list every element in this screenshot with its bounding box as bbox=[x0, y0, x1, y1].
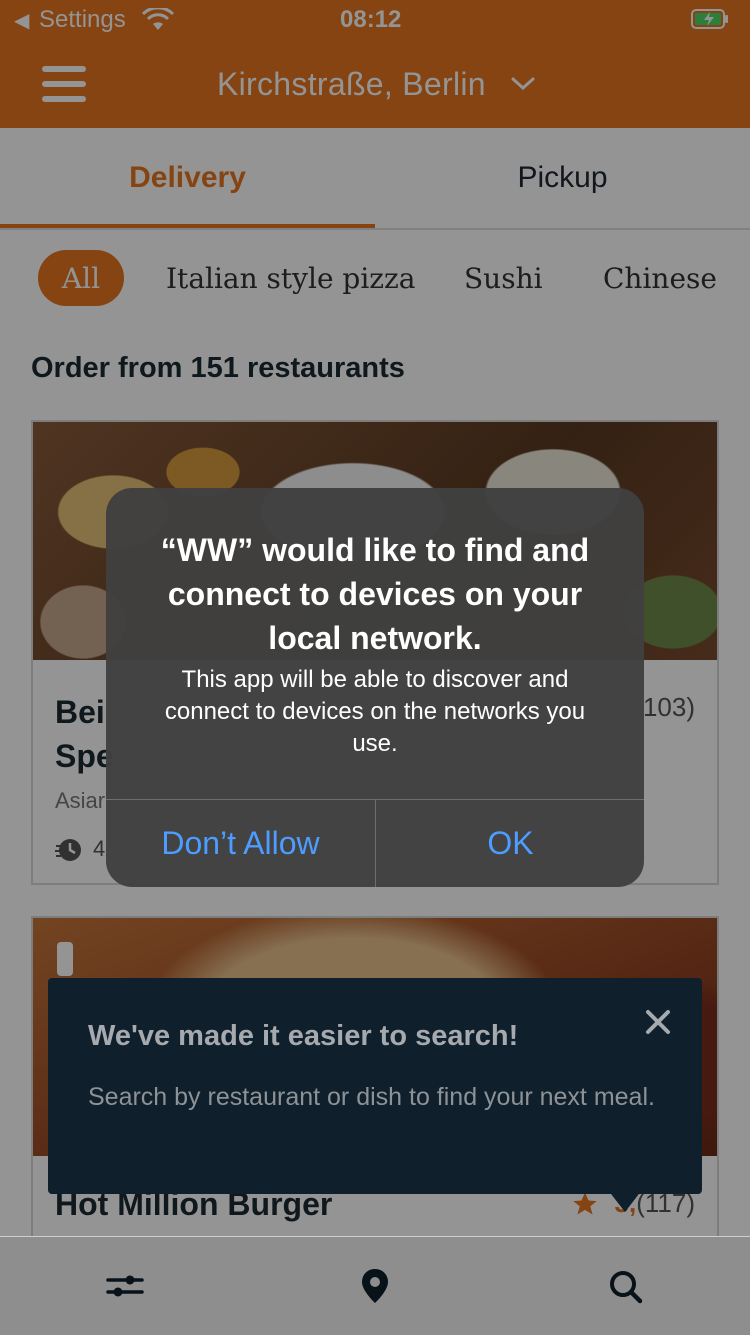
search-hint-tooltip: We've made it easier to search! Search b… bbox=[48, 978, 702, 1194]
dont-allow-button[interactable]: Don’t Allow bbox=[106, 800, 375, 887]
ok-button[interactable]: OK bbox=[376, 800, 644, 887]
tooltip-title: We've made it easier to search! bbox=[88, 1020, 519, 1052]
alert-title: “WW” would like to find and connect to d… bbox=[160, 532, 590, 656]
tooltip-text: Search by restaurant or dish to find you… bbox=[88, 1083, 655, 1111]
close-icon[interactable] bbox=[644, 1008, 672, 1036]
local-network-permission-alert: “WW” would like to find and connect to d… bbox=[106, 488, 644, 887]
bottom-nav-dim bbox=[0, 1237, 750, 1335]
tooltip-pointer bbox=[608, 1190, 642, 1212]
bottom-navigation bbox=[0, 1236, 750, 1335]
alert-message: This app will be able to discover and co… bbox=[164, 666, 586, 757]
